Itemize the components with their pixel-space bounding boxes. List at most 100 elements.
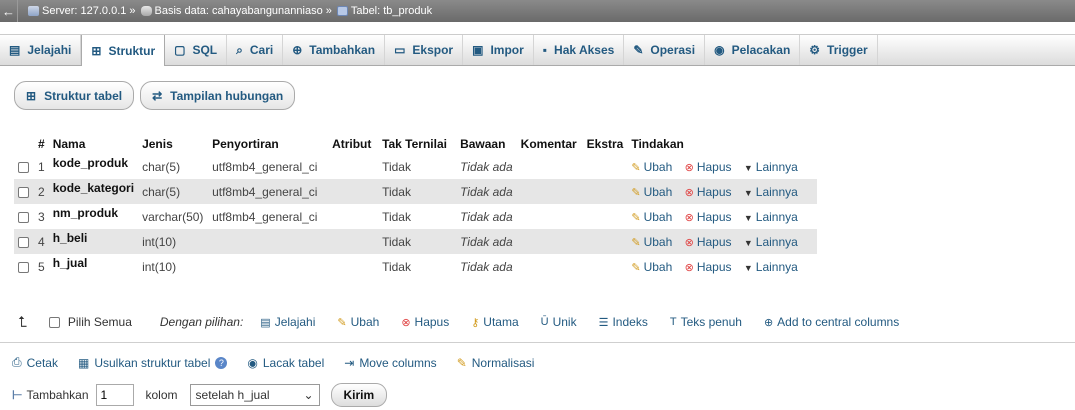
tab-sql[interactable]: ▢ SQL [165, 35, 228, 65]
column-type: int(10) [138, 254, 209, 279]
bulk-actions-bar: ⮤ Pilih Semua Dengan pilihan: ▤ Jelajahi … [14, 310, 1075, 334]
move-columns-link[interactable]: ⇥ Move columns [344, 356, 436, 370]
row-checkbox[interactable] [18, 236, 29, 248]
tab-trigger[interactable]: ⚙ Trigger [800, 35, 878, 65]
print-link[interactable]: ⎙ Cetak [12, 355, 58, 370]
delete-link[interactable]: ⊗ Hapus [685, 210, 732, 224]
row-actions: ✎ Ubah ⊗ Hapus ▼ Lainnya [627, 204, 818, 229]
more-link[interactable]: ▼ Lainnya [744, 210, 798, 224]
more-icon: ▼ [743, 212, 753, 223]
column-comments [516, 154, 583, 179]
tab-privileges[interactable]: ▪ Hak Akses [534, 35, 625, 65]
header-name[interactable]: Nama [49, 134, 138, 154]
more-link[interactable]: ▼ Lainnya [744, 260, 798, 274]
breadcrumb: ← Server: 127.0.0.1 » Basis data: cahaya… [0, 0, 1075, 22]
bulk-edit-button[interactable]: ✎ Ubah [337, 315, 379, 329]
header-type[interactable]: Jenis [138, 134, 208, 154]
breadcrumb-server-label: Server: 127.0.0.1 [42, 5, 127, 17]
breadcrumb-database[interactable]: Basis data: cahayabangunanniaso [139, 5, 323, 17]
column-count-input[interactable] [95, 384, 134, 406]
header-null[interactable]: Tak Ternilai [378, 134, 456, 154]
row-checkbox-cell[interactable] [14, 154, 34, 179]
bulk-index-button[interactable]: ☰ Indeks [599, 315, 648, 329]
header-collation[interactable]: Penyortiran [208, 134, 328, 154]
row-actions: ✎ Ubah ⊗ Hapus ▼ Lainnya [627, 179, 818, 204]
edit-link[interactable]: ✎ Ubah [631, 260, 672, 274]
submit-button[interactable]: Kirim [330, 383, 388, 407]
edit-link[interactable]: ✎ Ubah [631, 210, 672, 224]
row-checkbox-cell[interactable] [14, 254, 34, 279]
help-icon[interactable]: ? [215, 356, 228, 369]
table-row: 3 nm_produk varchar(50) utf8mb4_general_… [14, 204, 818, 229]
row-checkbox-cell[interactable] [14, 229, 34, 254]
table-icon [336, 6, 348, 16]
more-label: Lainnya [755, 184, 798, 199]
subtab-relation-view[interactable]: ⇄ Tampilan hubungan [140, 81, 296, 110]
column-extra [582, 254, 628, 279]
column-comments [516, 204, 583, 229]
back-arrow-icon: ← [2, 3, 15, 19]
breadcrumb-server[interactable]: Server: 127.0.0.1 [18, 5, 126, 17]
tab-tracking[interactable]: ◉ Pelacakan [705, 35, 801, 65]
back-button[interactable]: ← [0, 0, 18, 22]
row-checkbox-cell[interactable] [14, 179, 34, 204]
subtab-table-structure[interactable]: ⊞ Struktur tabel [14, 81, 135, 110]
row-checkbox-cell[interactable] [14, 204, 34, 229]
edit-link[interactable]: ✎ Ubah [631, 235, 672, 249]
header-attributes[interactable]: Atribut [328, 134, 378, 154]
column-collation: utf8mb4_general_ci [208, 154, 329, 179]
row-checkbox[interactable] [18, 186, 29, 198]
bulk-fulltext-button[interactable]: T Teks penuh [670, 315, 742, 329]
row-number: 4 [34, 229, 49, 254]
edit-link[interactable]: ✎ Ubah [631, 160, 672, 174]
printer-icon: ⎙ [12, 355, 22, 369]
header-comments[interactable]: Komentar [517, 134, 583, 154]
insert-icon: ⊕ [292, 43, 303, 57]
breadcrumb-table[interactable]: Tabel: tb_produk [335, 5, 432, 17]
row-actions: ✎ Ubah ⊗ Hapus ▼ Lainnya [627, 229, 818, 254]
header-checkbox [14, 134, 34, 154]
bulk-central-columns-button[interactable]: ⊕ Add to central columns [764, 315, 899, 329]
row-checkbox[interactable] [18, 261, 29, 273]
delete-link[interactable]: ⊗ Hapus [685, 260, 732, 274]
breadcrumb-separator: » [129, 5, 136, 17]
more-link[interactable]: ▼ Lainnya [744, 235, 798, 249]
column-collation [208, 229, 329, 254]
column-extra [582, 229, 628, 254]
propose-structure-link[interactable]: ▦ Usulkan struktur tabel? [78, 356, 228, 370]
more-link[interactable]: ▼ Lainnya [744, 160, 798, 174]
edit-label: Ubah [643, 259, 673, 274]
edit-link[interactable]: ✎ Ubah [631, 185, 672, 199]
delete-link[interactable]: ⊗ Hapus [685, 235, 732, 249]
row-checkbox[interactable] [18, 161, 29, 173]
delete-icon: ⊗ [684, 236, 694, 249]
tab-export[interactable]: ▭ Ekspor [385, 35, 464, 65]
bulk-unique-button[interactable]: Ū Unik [541, 315, 577, 329]
tab-search[interactable]: ⌕ Cari [227, 35, 284, 65]
bulk-browse-button[interactable]: ▤ Jelajahi [260, 315, 315, 329]
delete-link[interactable]: ⊗ Hapus [685, 160, 732, 174]
tab-structure[interactable]: ⊞ Struktur [81, 35, 166, 66]
normalize-link[interactable]: ✎ Normalisasi [457, 356, 535, 370]
track-table-link[interactable]: ◉ Lacak tabel [247, 356, 324, 370]
header-default[interactable]: Bawaan [456, 134, 517, 154]
bulk-primary-button[interactable]: ⚷ Utama [471, 315, 518, 329]
table-row: 4 h_beli int(10) Tidak Tidak ada ✎ Ubah ⊗… [14, 229, 818, 254]
position-select[interactable]: setelah h_jual ⌄ [189, 384, 320, 406]
table-utilities-bar: ⎙ Cetak ▦ Usulkan struktur tabel? ◉ Lacak t… [12, 355, 554, 370]
delete-link[interactable]: ⊗ Hapus [685, 185, 732, 199]
tab-browse[interactable]: ▤ Jelajahi [0, 35, 82, 65]
tab-operations[interactable]: ✎ Operasi [624, 35, 706, 65]
row-checkbox[interactable] [18, 211, 29, 223]
track-label: Lacak tabel [262, 355, 325, 370]
tab-insert[interactable]: ⊕ Tambahkan [283, 35, 386, 65]
structure-table: # Nama Jenis Penyortiran Atribut Tak Ter… [14, 134, 818, 279]
bulk-delete-button[interactable]: ⊗ Hapus [401, 315, 449, 329]
check-all-label[interactable]: Pilih Semua [68, 315, 132, 329]
check-all-checkbox[interactable] [48, 316, 60, 328]
tab-import[interactable]: ▣ Impor [463, 35, 534, 65]
more-link[interactable]: ▼ Lainnya [744, 185, 798, 199]
header-extra[interactable]: Ekstra [583, 134, 628, 154]
table-row: 1 kode_produk char(5) utf8mb4_general_ci… [14, 154, 818, 179]
index-icon: ☰ [598, 316, 609, 329]
